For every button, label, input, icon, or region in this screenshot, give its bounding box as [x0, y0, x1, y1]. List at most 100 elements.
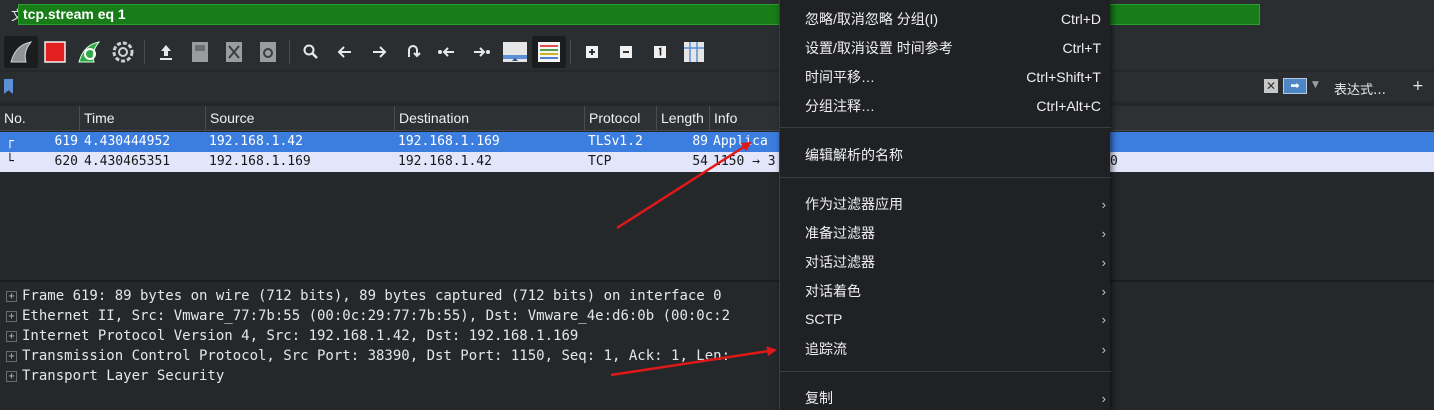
detail-row-frame[interactable]: + Frame 619: 89 bytes on wire (712 bits)…: [0, 286, 722, 306]
toolbar-separator: [570, 40, 571, 64]
menu-item-label: 追踪流: [805, 341, 847, 357]
shark-fin-start-icon[interactable]: [4, 36, 38, 68]
packet-source: 192.168.1.169: [209, 154, 311, 169]
go-first-packet-icon[interactable]: [430, 36, 464, 68]
column-source[interactable]: Source: [206, 106, 395, 131]
main-toolbar: [0, 34, 1434, 70]
menu-item-apply-as-filter[interactable]: 作为过滤器应用 ›: [780, 190, 1111, 219]
menu-separator: [780, 371, 1111, 372]
related-packet-icon: ┌: [6, 134, 14, 149]
toolbar-separator: [144, 40, 145, 64]
menu-item-label: 准备过滤器: [805, 225, 875, 241]
packet-time: 4.430465351: [84, 154, 171, 169]
expand-icon[interactable]: +: [6, 330, 17, 342]
submenu-arrow-icon: ›: [1101, 255, 1106, 270]
packet-protocol: TLSv1.2: [588, 134, 643, 149]
column-protocol[interactable]: Protocol: [585, 106, 657, 131]
menu-item-edit-resolved-name[interactable]: 编辑解析的名称: [780, 141, 1111, 170]
normal-size-icon[interactable]: [643, 36, 677, 68]
expand-icon[interactable]: +: [6, 370, 17, 382]
colorize-icon[interactable]: [532, 36, 566, 68]
packet-length: 54: [692, 154, 708, 169]
find-packet-icon[interactable]: [294, 36, 328, 68]
menu-item-packet-comment[interactable]: 分组注释… Ctrl+Alt+C: [780, 92, 1111, 121]
zoom-in-icon[interactable]: [575, 36, 609, 68]
column-length[interactable]: Length: [657, 106, 710, 131]
add-filter-button[interactable]: +: [1412, 78, 1424, 94]
packet-source: 192.168.1.42: [209, 134, 303, 149]
zoom-out-icon[interactable]: [609, 36, 643, 68]
menu-item-label: 设置/取消设置 时间参考: [805, 40, 953, 56]
packet-info: Applica: [713, 134, 768, 149]
go-to-packet-icon[interactable]: [396, 36, 430, 68]
packet-list: No. Time Source Destination Protocol Len…: [0, 106, 1434, 278]
packet-row[interactable]: ┌ 619 4.430444952 192.168.1.42 192.168.1…: [0, 132, 1434, 152]
menu-item-shortcut: Ctrl+Shift+T: [1026, 69, 1101, 85]
detail-text: Internet Protocol Version 4, Src: 192.16…: [22, 328, 579, 344]
open-file-icon[interactable]: [149, 36, 183, 68]
go-forward-icon[interactable]: [362, 36, 396, 68]
expression-button[interactable]: 表达式…: [1334, 79, 1386, 98]
capture-options-icon[interactable]: [106, 36, 140, 68]
context-menu: 忽略/取消忽略 分组(I) Ctrl+D 设置/取消设置 时间参考 Ctrl+T…: [779, 0, 1111, 410]
packet-details-pane: + Frame 619: 89 bytes on wire (712 bits)…: [0, 280, 1434, 410]
submenu-arrow-icon: ›: [1101, 312, 1106, 327]
reload-file-icon[interactable]: [251, 36, 285, 68]
column-destination[interactable]: Destination: [395, 106, 585, 131]
menu-item-follow-stream[interactable]: 追踪流 ›: [780, 335, 1111, 364]
submenu-arrow-icon: ›: [1101, 391, 1106, 406]
detail-row-ethernet[interactable]: + Ethernet II, Src: Vmware_77:7b:55 (00:…: [0, 306, 730, 326]
apply-filter-icon[interactable]: ➡: [1283, 78, 1307, 94]
detail-row-tls[interactable]: + Transport Layer Security: [0, 366, 224, 386]
expand-icon[interactable]: +: [6, 290, 17, 302]
detail-text: Transmission Control Protocol, Src Port:…: [22, 348, 731, 364]
packet-destination: 192.168.1.42: [398, 154, 492, 169]
menu-item-label: SCTP: [805, 311, 843, 327]
go-last-packet-icon[interactable]: [464, 36, 498, 68]
packet-info-tail: 0: [1110, 154, 1118, 169]
packet-no: 619: [54, 134, 78, 149]
detail-text: Ethernet II, Src: Vmware_77:7b:55 (00:0c…: [22, 308, 731, 324]
menu-item-prepare-filter[interactable]: 准备过滤器 ›: [780, 219, 1111, 248]
packet-length: 89: [692, 134, 708, 149]
menu-item-label: 分组注释…: [805, 98, 875, 114]
auto-scroll-icon[interactable]: [498, 36, 532, 68]
packet-row[interactable]: └ 620 4.430465351 192.168.1.169 192.168.…: [0, 152, 1434, 172]
menu-separator: [780, 127, 1111, 128]
column-no[interactable]: No.: [0, 106, 80, 131]
save-file-icon[interactable]: [183, 36, 217, 68]
filter-toolbar: [0, 72, 1434, 102]
menu-item-time-shift[interactable]: 时间平移… Ctrl+Shift+T: [780, 63, 1111, 92]
menu-item-shortcut: Ctrl+D: [1060, 11, 1101, 27]
menu-item-colorize-conversation[interactable]: 对话着色 ›: [780, 277, 1111, 306]
submenu-arrow-icon: ›: [1101, 226, 1106, 241]
close-file-icon[interactable]: [217, 36, 251, 68]
menu-item-label: 编辑解析的名称: [805, 147, 903, 163]
column-time[interactable]: Time: [80, 106, 206, 131]
menu-item-conversation-filter[interactable]: 对话过滤器 ›: [780, 248, 1111, 277]
detail-row-ip[interactable]: + Internet Protocol Version 4, Src: 192.…: [0, 326, 578, 346]
restart-capture-icon[interactable]: [72, 36, 106, 68]
menu-item-label: 复制: [805, 390, 833, 406]
menu-item-label: 时间平移…: [805, 69, 875, 85]
clear-filter-icon[interactable]: ✕: [1264, 79, 1278, 93]
expand-icon[interactable]: +: [6, 310, 17, 322]
packet-protocol: TCP: [588, 154, 612, 169]
detail-row-tcp[interactable]: + Transmission Control Protocol, Src Por…: [0, 346, 730, 366]
menu-item-sctp[interactable]: SCTP ›: [780, 305, 1111, 334]
menu-item-shortcut: Ctrl+Alt+C: [1036, 98, 1101, 114]
stop-capture-icon[interactable]: [38, 36, 72, 68]
menu-item-copy[interactable]: 复制 ›: [780, 384, 1111, 410]
submenu-arrow-icon: ›: [1101, 197, 1106, 212]
packet-list-header: No. Time Source Destination Protocol Len…: [0, 106, 1434, 131]
filter-history-dropdown-icon[interactable]: ▼: [1312, 80, 1319, 90]
go-back-icon[interactable]: [328, 36, 362, 68]
expand-icon[interactable]: +: [6, 350, 17, 362]
submenu-arrow-icon: ›: [1101, 342, 1106, 357]
resize-columns-icon[interactable]: [677, 36, 711, 68]
menu-item-label: 忽略/取消忽略 分组(I): [805, 11, 938, 27]
detail-text: Frame 619: 89 bytes on wire (712 bits), …: [22, 288, 722, 304]
menu-separator: [780, 177, 1111, 178]
menu-item-ignore-packet[interactable]: 忽略/取消忽略 分组(I) Ctrl+D: [780, 5, 1111, 34]
menu-item-time-reference[interactable]: 设置/取消设置 时间参考 Ctrl+T: [780, 34, 1111, 63]
